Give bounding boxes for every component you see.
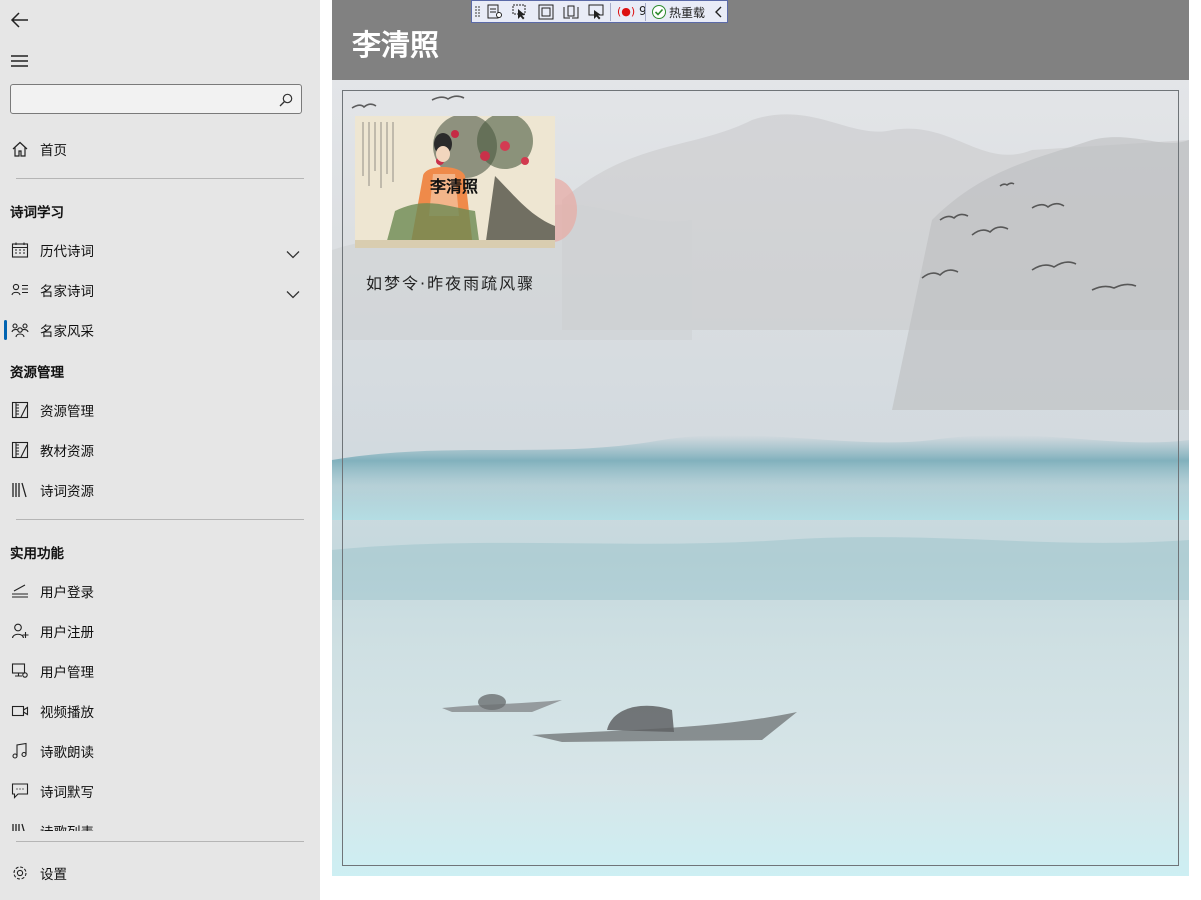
- ruler-icon: [11, 401, 29, 419]
- nav-item-famous-poems[interactable]: 名家诗词: [0, 271, 320, 307]
- section-header-poetry-study: 诗词学习: [10, 205, 64, 221]
- nav-item-user-mgmt[interactable]: 用户管理: [0, 652, 320, 688]
- nav-item-famous-style[interactable]: 名家风采: [0, 311, 320, 347]
- nav-item-label: 诗词默写: [40, 785, 94, 801]
- nav-item-settings[interactable]: 设置: [0, 854, 320, 890]
- binding-failures-indicator[interactable]: (●) 9: [617, 4, 647, 18]
- library-icon: [11, 822, 29, 831]
- chevron-down-icon[interactable]: [286, 244, 300, 259]
- nav-divider: [16, 519, 304, 520]
- gear-icon: [11, 864, 29, 882]
- nav-item-login[interactable]: 用户登录: [0, 572, 320, 608]
- nav-item-label: 首页: [40, 143, 67, 159]
- nav-item-label: 用户登录: [40, 585, 94, 601]
- hot-reload-label[interactable]: 热重载: [669, 4, 705, 21]
- portrait-caption: 李清照: [430, 177, 479, 196]
- nav-item-label: 诗歌朗读: [40, 745, 94, 761]
- comment-icon: [11, 782, 29, 800]
- section-header-resources: 资源管理: [10, 365, 64, 381]
- nav-item-label: 设置: [40, 867, 67, 883]
- back-arrow-icon[interactable]: [10, 10, 30, 30]
- search-icon[interactable]: [279, 92, 293, 107]
- calendar-icon: [11, 241, 29, 259]
- nav-item-video[interactable]: 视频播放: [0, 692, 320, 728]
- nav-item-label: 用户注册: [40, 625, 94, 641]
- nav-item-label: 诗歌列表: [40, 821, 94, 831]
- search-box[interactable]: [10, 84, 302, 114]
- page-title: 李清照: [352, 28, 440, 62]
- selection-indicator: [4, 320, 7, 340]
- nav-item-textbook[interactable]: 教材资源: [0, 431, 320, 467]
- home-icon: [11, 140, 29, 158]
- people-group-icon: [11, 321, 29, 339]
- nav-item-register[interactable]: 用户注册: [0, 612, 320, 648]
- nav-scroll-area[interactable]: 诗词默写 诗歌列表: [0, 770, 320, 831]
- navigation-pane: 首页 诗词学习 历代诗词 名家诗词 名家风采 资源管理 资源管理 教材资源 诗词…: [0, 0, 320, 900]
- hot-reload-status-icon: [651, 4, 667, 20]
- toolbar-separator: [645, 3, 646, 21]
- preview-selection-icon[interactable]: [588, 4, 604, 20]
- library-icon: [11, 481, 29, 499]
- contact-list-icon: [11, 281, 29, 299]
- nav-item-dictation[interactable]: 诗词默写: [0, 772, 320, 808]
- nav-item-reading[interactable]: 诗歌朗读: [0, 732, 320, 768]
- display-layout-adorners-icon[interactable]: [538, 4, 554, 20]
- manage-users-icon: [11, 662, 29, 680]
- nav-item-label: 用户管理: [40, 665, 94, 681]
- chevron-down-icon[interactable]: [286, 284, 300, 299]
- chevron-left-icon[interactable]: [713, 4, 725, 20]
- poet-portrait-thumbnail[interactable]: 李清照: [355, 116, 555, 248]
- nav-divider: [16, 178, 304, 179]
- toolbar-separator: [610, 3, 611, 21]
- nav-item-label: 资源管理: [40, 404, 94, 420]
- xaml-debug-toolbar: (●) 9 热重载: [471, 0, 728, 23]
- ruler-icon: [11, 441, 29, 459]
- grip-handle-icon[interactable]: [474, 4, 482, 20]
- poem-title-link[interactable]: 如梦令·昨夜雨疏风骤: [366, 270, 535, 294]
- page-header: 李清照: [332, 0, 1189, 80]
- music-note-icon: [11, 742, 29, 760]
- search-input[interactable]: [17, 89, 271, 111]
- nav-item-resource-mgmt[interactable]: 资源管理: [0, 391, 320, 427]
- hamburger-menu-icon[interactable]: [10, 51, 30, 71]
- video-icon: [11, 702, 29, 720]
- nav-item-poem-resources[interactable]: 诗词资源: [0, 471, 320, 507]
- add-user-icon: [11, 622, 29, 640]
- nav-item-label: 名家风采: [40, 324, 94, 340]
- nav-item-home[interactable]: 首页: [0, 130, 320, 166]
- nav-item-label: 视频播放: [40, 705, 94, 721]
- content-area: 李清照 如梦令·昨夜雨疏风骤: [332, 80, 1189, 876]
- nav-divider: [16, 841, 304, 842]
- nav-item-label: 名家诗词: [40, 284, 94, 300]
- live-visual-tree-icon[interactable]: [487, 4, 503, 20]
- select-element-icon[interactable]: [512, 4, 528, 20]
- nav-item-poem-list[interactable]: 诗歌列表: [0, 812, 320, 831]
- section-header-tools: 实用功能: [10, 546, 64, 562]
- nav-item-dynasty-poems[interactable]: 历代诗词: [0, 231, 320, 267]
- signin-icon: [11, 582, 29, 600]
- nav-item-label: 教材资源: [40, 444, 94, 460]
- track-focused-element-icon[interactable]: [563, 4, 579, 20]
- nav-item-label: 诗词资源: [40, 484, 94, 500]
- nav-item-label: 历代诗词: [40, 244, 94, 260]
